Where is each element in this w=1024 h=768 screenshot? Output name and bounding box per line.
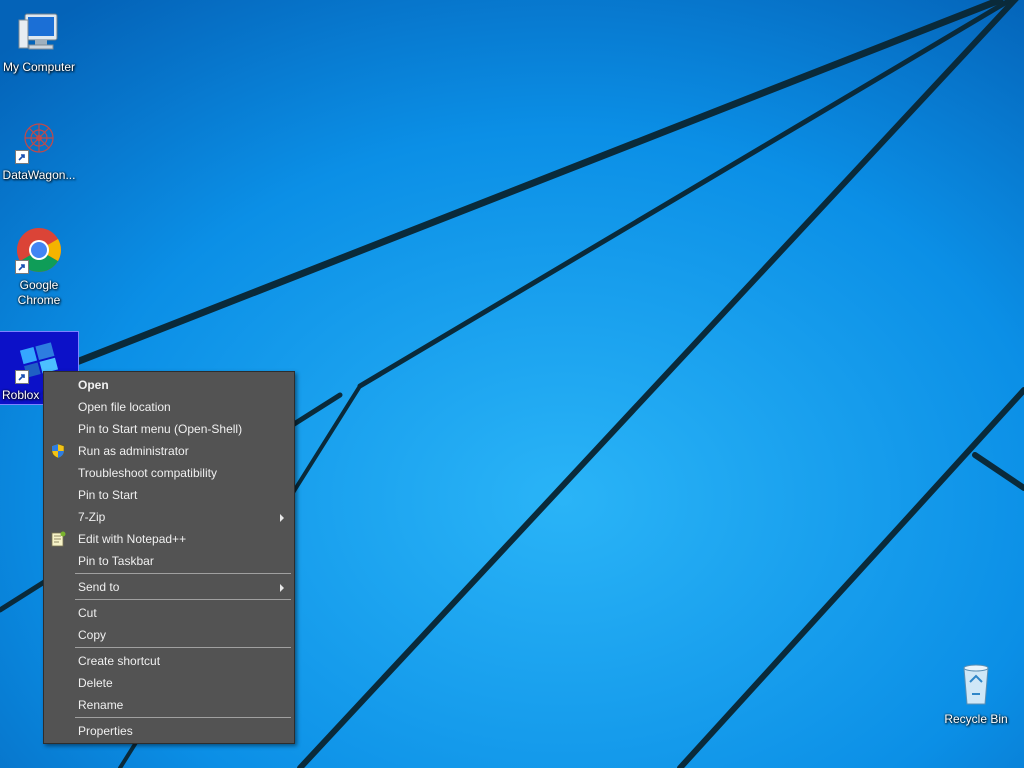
menu-item-open[interactable]: Open xyxy=(44,374,294,396)
menu-item-create-shortcut[interactable]: Create shortcut xyxy=(44,650,294,672)
desktop-icon-label: Google Chrome xyxy=(17,278,61,307)
menu-separator xyxy=(75,599,291,600)
desktop-icon-recycle-bin[interactable]: Recycle Bin xyxy=(936,660,1016,727)
menu-item-label: Run as administrator xyxy=(78,444,189,458)
notepad-plus-plus-icon xyxy=(50,531,66,547)
desktop-icon-label: DataWagon... xyxy=(2,168,76,182)
menu-item-label: Create shortcut xyxy=(78,654,161,668)
menu-item-label: Delete xyxy=(78,676,113,690)
submenu-arrow-icon xyxy=(280,584,284,592)
menu-item-run-as-administrator[interactable]: Run as administrator xyxy=(44,440,294,462)
menu-item-pin-to-start-menu-open-shell[interactable]: Pin to Start menu (Open-Shell) xyxy=(44,418,294,440)
menu-item-label: Rename xyxy=(78,698,124,712)
shortcut-arrow-icon xyxy=(15,150,29,164)
menu-separator xyxy=(75,647,291,648)
desktop-icon-google-chrome[interactable]: Google Chrome xyxy=(0,226,78,308)
uac-shield-icon xyxy=(50,443,66,459)
desktop-icon-label: My Computer xyxy=(2,60,76,74)
desktop-icon-datawagon[interactable]: DataWagon... xyxy=(0,116,78,183)
menu-item-cut[interactable]: Cut xyxy=(44,602,294,624)
menu-item-delete[interactable]: Delete xyxy=(44,672,294,694)
menu-item-pin-to-taskbar[interactable]: Pin to Taskbar xyxy=(44,550,294,572)
submenu-arrow-icon xyxy=(280,514,284,522)
shortcut-arrow-icon xyxy=(15,260,29,274)
menu-item-edit-with-notepad-plus-plus[interactable]: Edit with Notepad++ xyxy=(44,528,294,550)
context-menu: Open Open file location Pin to Start men… xyxy=(43,371,295,744)
menu-item-send-to[interactable]: Send to xyxy=(44,576,294,598)
menu-item-label: Pin to Start xyxy=(78,488,138,502)
menu-separator xyxy=(75,573,291,574)
menu-item-label: Edit with Notepad++ xyxy=(78,532,187,546)
menu-item-label: Open xyxy=(78,378,109,392)
menu-item-label: Troubleshoot compatibility xyxy=(78,466,217,480)
menu-item-label: 7-Zip xyxy=(78,510,106,524)
menu-item-label: Pin to Taskbar xyxy=(78,554,154,568)
menu-separator xyxy=(75,717,291,718)
menu-item-properties[interactable]: Properties xyxy=(44,720,294,742)
shortcut-arrow-icon xyxy=(15,370,29,384)
computer-icon xyxy=(15,8,63,56)
menu-item-label: Pin to Start menu (Open-Shell) xyxy=(78,422,243,436)
menu-item-label: Properties xyxy=(78,724,133,738)
menu-item-rename[interactable]: Rename xyxy=(44,694,294,716)
menu-item-pin-to-start[interactable]: Pin to Start xyxy=(44,484,294,506)
menu-item-copy[interactable]: Copy xyxy=(44,624,294,646)
menu-item-label: Cut xyxy=(78,606,97,620)
menu-item-label: Copy xyxy=(78,628,107,642)
chrome-icon xyxy=(15,226,63,274)
recycle-bin-icon xyxy=(952,660,1000,708)
menu-item-open-file-location[interactable]: Open file location xyxy=(44,396,294,418)
menu-item-7zip[interactable]: 7-Zip xyxy=(44,506,294,528)
menu-item-label: Open file location xyxy=(78,400,171,414)
menu-item-troubleshoot-compatibility[interactable]: Troubleshoot compatibility xyxy=(44,462,294,484)
desktop-icon-label: Recycle Bin xyxy=(944,712,1008,726)
desktop-icon-my-computer[interactable]: My Computer xyxy=(0,8,78,75)
datawagon-icon xyxy=(15,116,63,164)
menu-item-label: Send to xyxy=(78,580,120,594)
